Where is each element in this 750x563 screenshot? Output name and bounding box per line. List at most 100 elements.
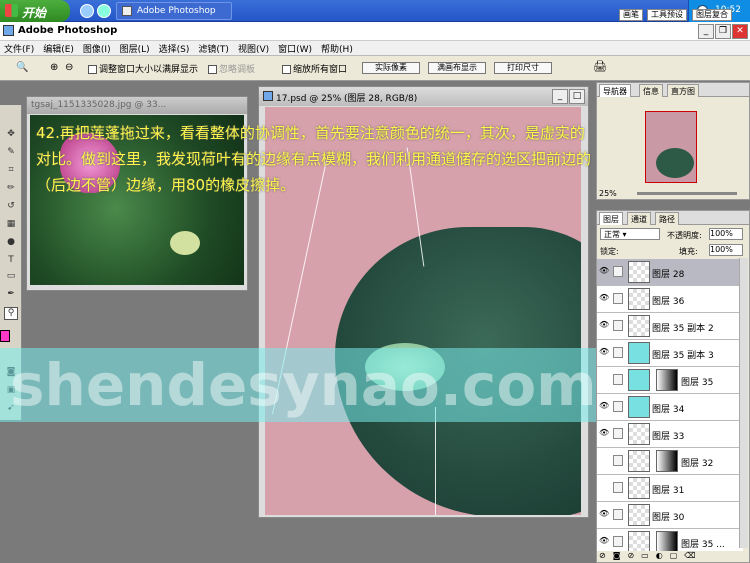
- layer-row[interactable]: 👁 图层 36: [597, 286, 743, 313]
- doc1-titlebar[interactable]: tgsaj_1151335028.jpg @ 33...: [27, 97, 247, 114]
- dodge-tool-icon[interactable]: ●: [4, 237, 18, 250]
- doc2-maximize-button[interactable]: □: [569, 89, 585, 104]
- resize-windows-checkbox[interactable]: 调整窗口大小以满屏显示: [88, 62, 198, 75]
- move-tool-icon[interactable]: ✥: [4, 129, 18, 142]
- visibility-eye-icon[interactable]: [599, 483, 608, 491]
- doc2-minimize-button[interactable]: _: [552, 89, 568, 104]
- zoom-out-icon[interactable]: ⊖: [65, 62, 73, 73]
- navigator-zoom-value[interactable]: 25%: [599, 189, 617, 198]
- opacity-input[interactable]: 100%: [709, 228, 743, 240]
- layer-row[interactable]: 图层 35: [597, 367, 743, 394]
- navigator-thumbnail[interactable]: [645, 111, 697, 183]
- brush-tool-icon[interactable]: ✏: [4, 183, 18, 196]
- media-player-icon[interactable]: [97, 4, 111, 18]
- visibility-eye-icon[interactable]: 👁: [599, 510, 609, 518]
- print-size-button[interactable]: 打印尺寸: [494, 62, 552, 74]
- layer-thumbnail[interactable]: [628, 342, 650, 364]
- layer-row[interactable]: 图层 31: [597, 475, 743, 502]
- zoom-tool-icon[interactable]: 🔍: [16, 62, 28, 73]
- visibility-eye-icon[interactable]: 👁: [599, 402, 609, 410]
- zoom-all-checkbox[interactable]: 缩放所有窗口: [282, 62, 347, 75]
- layer-mask-thumbnail[interactable]: [656, 369, 678, 391]
- history-brush-icon[interactable]: ↺: [4, 201, 18, 214]
- ignore-palettes-checkbox[interactable]: 忽略调板: [208, 62, 255, 75]
- zoom-in-icon[interactable]: ⊕: [50, 62, 58, 73]
- visibility-eye-icon[interactable]: 👁: [599, 267, 609, 275]
- zoom-tool-box-icon[interactable]: ⚲: [4, 307, 18, 320]
- layer-link-box[interactable]: [613, 536, 623, 547]
- visibility-eye-icon[interactable]: 👁: [599, 429, 609, 437]
- layer-row[interactable]: 👁 图层 35 ...: [597, 529, 743, 551]
- layer-link-box[interactable]: [613, 320, 623, 331]
- menu-file[interactable]: 文件(F): [4, 45, 34, 55]
- eyedropper-icon[interactable]: ✒: [4, 289, 18, 302]
- layer-row[interactable]: 👁 图层 28: [597, 259, 743, 286]
- shape-tool-icon[interactable]: ▭: [4, 271, 18, 284]
- tab-paths[interactable]: 路径: [655, 212, 679, 225]
- layer-panel-footer-icons[interactable]: ⊘◙⊘▭◐▢⌫: [599, 551, 745, 563]
- menu-layer[interactable]: 图层(L): [120, 45, 150, 55]
- layer-thumbnail[interactable]: [628, 477, 650, 499]
- navigator-zoom-slider[interactable]: [637, 192, 737, 195]
- visibility-eye-icon[interactable]: 👁: [599, 321, 609, 329]
- layer-thumbnail[interactable]: [628, 315, 650, 337]
- layer-row[interactable]: 👁 图层 30: [597, 502, 743, 529]
- start-button[interactable]: 开始: [0, 0, 70, 22]
- menu-select[interactable]: 选择(S): [159, 45, 190, 55]
- actual-pixels-button[interactable]: 实际像素: [362, 62, 420, 74]
- layer-thumbnail[interactable]: [628, 396, 650, 418]
- menu-window[interactable]: 窗口(W): [278, 45, 312, 55]
- fill-input[interactable]: 100%: [709, 244, 743, 256]
- gradient-tool-icon[interactable]: ▦: [4, 219, 18, 232]
- layer-link-box[interactable]: [613, 482, 623, 493]
- close-button[interactable]: ✕: [732, 24, 748, 39]
- layer-link-box[interactable]: [613, 293, 623, 304]
- visibility-eye-icon[interactable]: 👁: [599, 294, 609, 302]
- tab-info[interactable]: 信息: [639, 84, 663, 97]
- restore-button[interactable]: ❐: [715, 24, 731, 39]
- menu-image[interactable]: 图像(I): [83, 45, 111, 55]
- tab-tool-presets[interactable]: 工具预设: [647, 9, 687, 21]
- tab-layers[interactable]: 图层: [599, 212, 623, 225]
- taskbar-photoshop-button[interactable]: Adobe Photoshop: [116, 2, 232, 20]
- doc2-titlebar[interactable]: 17.psd @ 25% (图层 28, RGB/8): [259, 87, 588, 106]
- layer-row[interactable]: 👁 图层 35 副本 3: [597, 340, 743, 367]
- layer-link-box[interactable]: [613, 347, 623, 358]
- layer-link-box[interactable]: [613, 401, 623, 412]
- tab-layer-comps[interactable]: 图层复合: [692, 9, 732, 21]
- layer-link-box[interactable]: [613, 266, 623, 277]
- layer-link-box[interactable]: [613, 509, 623, 520]
- layer-link-box[interactable]: [613, 428, 623, 439]
- visibility-eye-icon[interactable]: [599, 456, 608, 464]
- layer-mask-thumbnail[interactable]: [656, 450, 678, 472]
- ie-icon[interactable]: [80, 4, 94, 18]
- layer-link-box[interactable]: [613, 374, 623, 385]
- blend-mode-select[interactable]: 正常 ▾: [600, 228, 660, 240]
- visibility-eye-icon[interactable]: 👁: [599, 348, 609, 356]
- layer-thumbnail[interactable]: [628, 261, 650, 283]
- layer-thumbnail[interactable]: [628, 288, 650, 310]
- visibility-eye-icon[interactable]: [599, 375, 608, 383]
- layers-scrollbar[interactable]: [739, 258, 748, 548]
- tab-navigator[interactable]: 导航器: [599, 84, 631, 97]
- layer-thumbnail[interactable]: [628, 369, 650, 391]
- layer-link-box[interactable]: [613, 455, 623, 466]
- layer-thumbnail[interactable]: [628, 531, 650, 551]
- layer-row[interactable]: 👁 图层 34: [597, 394, 743, 421]
- layer-thumbnail[interactable]: [628, 450, 650, 472]
- layer-mask-thumbnail[interactable]: [656, 531, 678, 551]
- layer-thumbnail[interactable]: [628, 504, 650, 526]
- file-browser-icon[interactable]: 🖨: [593, 60, 607, 73]
- layer-row[interactable]: 图层 32: [597, 448, 743, 475]
- layer-thumbnail[interactable]: [628, 423, 650, 445]
- menu-view[interactable]: 视图(V): [238, 45, 269, 55]
- fit-screen-button[interactable]: 满画布显示: [428, 62, 486, 74]
- menu-help[interactable]: 帮助(H): [321, 45, 353, 55]
- tab-brushes[interactable]: 画笔: [619, 9, 643, 21]
- lasso-tool-icon[interactable]: ✎: [4, 147, 18, 160]
- menu-filter[interactable]: 滤镜(T): [198, 45, 229, 55]
- tab-channels[interactable]: 通道: [627, 212, 651, 225]
- menu-edit[interactable]: 编辑(E): [43, 45, 74, 55]
- crop-tool-icon[interactable]: ⌗: [4, 165, 18, 178]
- visibility-eye-icon[interactable]: 👁: [599, 537, 609, 545]
